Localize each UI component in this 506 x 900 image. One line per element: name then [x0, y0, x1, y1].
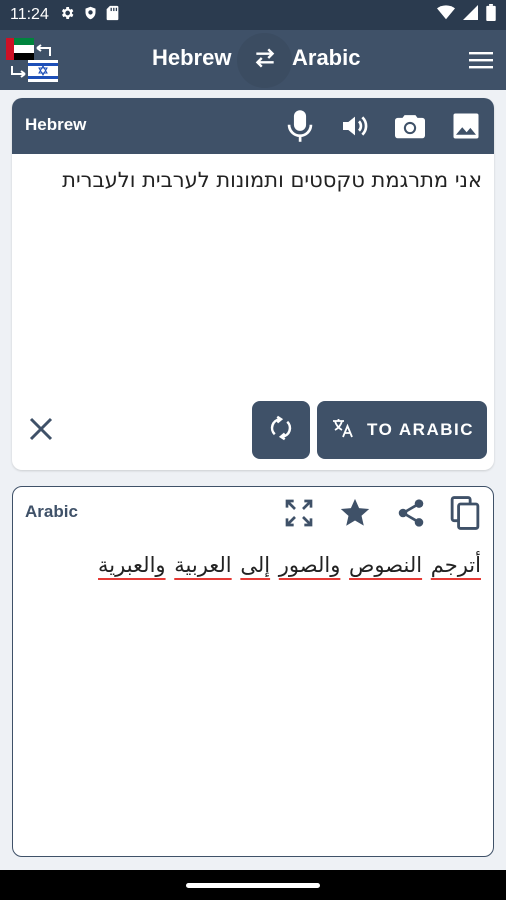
translated-text[interactable]: أترجم النصوص والصور إلى العربية والعبرية — [25, 553, 481, 577]
translate-button-label: TO ARABIC — [367, 420, 474, 439]
sd-card-icon — [106, 5, 119, 26]
israel-flag-icon — [28, 60, 58, 82]
speaker-icon[interactable] — [337, 108, 373, 144]
app-bar: Hebrew Arabic — [0, 30, 506, 90]
output-language-label: Arabic — [25, 502, 78, 521]
signal-icon — [463, 5, 478, 25]
translated-word: النصوص — [349, 553, 423, 577]
home-gesture-handle[interactable] — [186, 883, 320, 888]
translate-button[interactable]: TO ARABIC — [317, 401, 487, 459]
copy-icon[interactable] — [447, 495, 483, 531]
input-card: Hebrew אני מתרגמת טקסטים ותמונות לערבית … — [12, 98, 494, 470]
translated-word: والصور — [278, 553, 341, 577]
language-flags-icon[interactable] — [4, 36, 60, 86]
refresh-icon — [266, 413, 296, 448]
navigation-bar — [0, 870, 506, 900]
camera-icon[interactable] — [392, 108, 428, 144]
shield-icon — [83, 5, 98, 26]
uae-flag-icon — [6, 38, 34, 60]
status-time: 11:24 — [10, 6, 49, 23]
settings-icon — [59, 5, 75, 26]
source-language-button[interactable]: Hebrew — [152, 45, 231, 71]
share-icon[interactable] — [393, 495, 429, 531]
clear-text-button[interactable] — [26, 414, 58, 446]
swap-arrows-icon — [252, 45, 278, 76]
source-text-input[interactable]: אני מתרגמת טקסטים ותמונות לערבית ולעברית — [24, 168, 482, 192]
microphone-icon[interactable] — [282, 108, 318, 144]
translated-word: أترجم — [430, 553, 481, 577]
translated-word: العربية — [174, 553, 232, 577]
translated-word: إلى — [240, 553, 271, 577]
hamburger-menu-icon[interactable] — [468, 48, 494, 72]
output-card: Arabic أترجم النصوص والصور إلى العربية و… — [12, 486, 494, 857]
battery-icon — [486, 4, 496, 26]
status-bar: 11:24 — [0, 0, 506, 30]
swap-languages-button[interactable] — [237, 33, 292, 88]
close-icon — [26, 417, 56, 448]
wifi-icon — [437, 5, 455, 25]
target-language-button[interactable]: Arabic — [292, 45, 360, 71]
refresh-button[interactable] — [252, 401, 310, 459]
translated-word: والعبرية — [98, 553, 166, 577]
fullscreen-icon[interactable] — [281, 495, 317, 531]
star-icon[interactable] — [337, 495, 373, 531]
input-header: Hebrew — [12, 98, 494, 154]
image-icon[interactable] — [448, 108, 484, 144]
translate-icon — [331, 416, 355, 445]
input-language-label: Hebrew — [25, 115, 87, 134]
